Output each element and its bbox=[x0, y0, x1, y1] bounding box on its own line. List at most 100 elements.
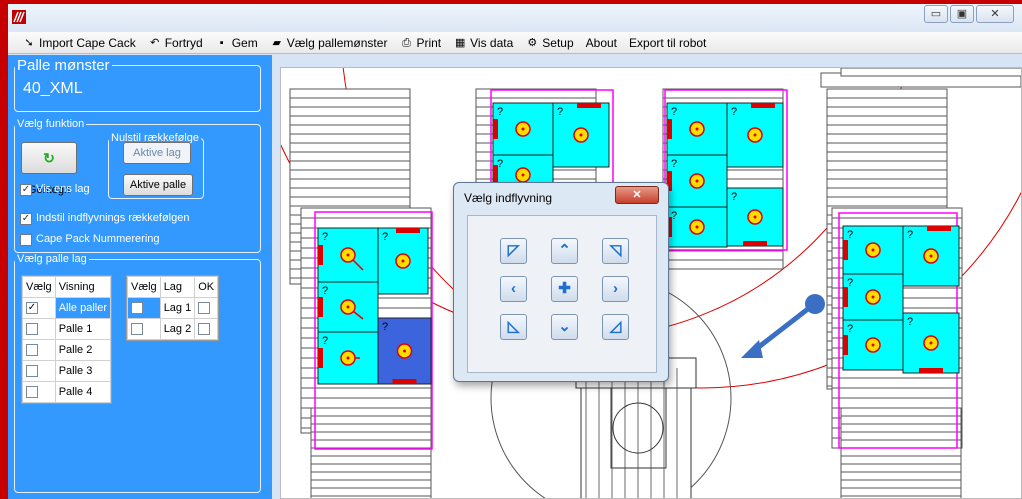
pallet-label: Palle 3 bbox=[54, 360, 112, 382]
import-icon: ➘ bbox=[24, 36, 34, 49]
box[interactable]: ? bbox=[552, 102, 610, 168]
minimize-button[interactable]: ▭ bbox=[924, 5, 948, 23]
menu-item-5[interactable]: ▦ Vis data bbox=[453, 36, 513, 50]
layer-label: Lag 2 bbox=[159, 318, 196, 340]
pattern-legend: Palle mønster bbox=[17, 57, 110, 74]
aktive-palle-button[interactable]: Aktive palle bbox=[123, 174, 193, 196]
menu-item-6[interactable]: ⚙ Setup bbox=[525, 36, 573, 50]
approach-bottom-left-icon[interactable]: ◺ bbox=[500, 314, 527, 340]
app-logo-icon bbox=[12, 10, 26, 24]
box[interactable]: ? bbox=[666, 206, 728, 248]
pallet-checkbox[interactable] bbox=[26, 344, 38, 357]
menu-item-4[interactable]: ⎙ Print bbox=[399, 36, 441, 50]
menu-item-1[interactable]: ↶ Fortryd bbox=[148, 36, 203, 50]
left-panel: Palle mønster 40_XML Vælg funktion ↻ Gen… bbox=[8, 55, 272, 499]
pallet-checkbox[interactable]: ✓ bbox=[26, 302, 38, 315]
box[interactable]: ? bbox=[492, 102, 554, 156]
grid-icon: ▦ bbox=[454, 36, 466, 49]
approach-bottom-right-icon[interactable]: ◿ bbox=[602, 314, 629, 340]
layer-checkbox[interactable] bbox=[131, 323, 143, 336]
menu-item-2[interactable]: ▪ Gem bbox=[215, 36, 258, 50]
box-mark: ? bbox=[731, 191, 737, 203]
approach-button-panel: ◸ ⌃ ◹ ‹ ✚ › ◺ ⌄ ◿ bbox=[467, 215, 657, 373]
box-mark: ? bbox=[671, 210, 677, 222]
menu-item-0[interactable]: ➘ Import Cape Cack bbox=[22, 35, 136, 50]
layer-ok-checkbox[interactable] bbox=[198, 323, 211, 336]
box-mark: ? bbox=[731, 106, 737, 118]
function-legend: Vælg funktion bbox=[17, 118, 85, 130]
menu-item-3[interactable]: ▰ Vælg pallemønster bbox=[270, 36, 388, 50]
setup-icon: ⚙ bbox=[527, 36, 538, 49]
approach-dialog: Vælg indflyvning ✕ ◸ ⌃ ◹ ‹ ✚ › ◺ ⌄ ◿ bbox=[453, 182, 669, 382]
box[interactable]: ? bbox=[902, 312, 960, 374]
pallet-check-cell bbox=[22, 360, 56, 382]
menu-item-label: Export til robot bbox=[629, 35, 707, 50]
indstil-checkbox[interactable]: ✓ bbox=[20, 213, 32, 225]
menu-bar: ➘ Import Cape Cack ↶ Fortryd ▪ Gem ▰ Vælg palle… bbox=[8, 32, 1022, 54]
approach-down-icon[interactable]: ⌄ bbox=[551, 314, 578, 340]
main-window: ▭ ▣ ✕ ➘ Import Cape Cack ↶ Fortryd ▪ Gem ▰ Vælg… bbox=[8, 4, 1022, 499]
approach-top-left-icon[interactable]: ◸ bbox=[500, 238, 527, 264]
layer-checkbox[interactable] bbox=[131, 302, 143, 315]
approach-top-right-icon[interactable]: ◹ bbox=[602, 238, 629, 264]
layer-ok-cell bbox=[194, 318, 219, 340]
menu-item-label: Import Cape Cack bbox=[39, 35, 136, 50]
box-mark: ? bbox=[671, 106, 677, 118]
printer-icon: ⎙ bbox=[402, 36, 411, 49]
pallet-row[interactable]: Palle 3 bbox=[22, 360, 112, 382]
layer-label: Lag 1 bbox=[159, 297, 196, 319]
box[interactable]: ? bbox=[666, 102, 728, 156]
pallet-checkbox[interactable] bbox=[26, 323, 38, 336]
regenerate-button[interactable]: ↻ Gentegn bbox=[21, 142, 77, 196]
vis-ens-lag-label: Vis ens lag bbox=[36, 183, 90, 195]
dialog-close-button[interactable]: ✕ bbox=[615, 186, 659, 204]
pallet-checkbox[interactable] bbox=[26, 386, 38, 399]
layer-row[interactable]: Lag 2 bbox=[127, 318, 219, 340]
box[interactable]: ? bbox=[317, 227, 379, 283]
pallet-row[interactable]: Palle 1 bbox=[22, 318, 112, 340]
layer-header-cell: OK bbox=[194, 276, 219, 298]
box[interactable]: ? bbox=[902, 225, 960, 287]
layer-ok-checkbox[interactable] bbox=[198, 302, 211, 315]
robot-direction-knob bbox=[805, 294, 825, 314]
pallet-row[interactable]: ✓ Alle paller bbox=[22, 297, 112, 319]
approach-up-icon[interactable]: ⌃ bbox=[551, 238, 578, 264]
layer-row[interactable]: Lag 1 bbox=[127, 297, 219, 319]
pallet-row[interactable]: Palle 2 bbox=[22, 339, 112, 361]
layer-grid: Vælg Lag OK Lag 1 Lag 2 bbox=[126, 275, 220, 341]
refresh-icon: ↻ bbox=[43, 150, 55, 166]
approach-left-icon[interactable]: ‹ bbox=[500, 276, 527, 302]
box[interactable]: ? bbox=[842, 319, 904, 371]
box-mark: ? bbox=[847, 229, 853, 241]
maximize-button[interactable]: ▣ bbox=[950, 5, 974, 23]
pallet-check-cell bbox=[22, 339, 56, 361]
function-group: Vælg funktion ↻ Gentegn Nulstil rækkeføl… bbox=[14, 118, 261, 253]
close-button[interactable]: ✕ bbox=[976, 5, 1014, 23]
box[interactable]: ? bbox=[377, 227, 429, 295]
box[interactable]: ? bbox=[842, 273, 904, 321]
box[interactable]: ? bbox=[842, 225, 904, 275]
box[interactable]: ? bbox=[317, 281, 379, 333]
cape-pack-checkbox[interactable] bbox=[20, 234, 32, 246]
box[interactable]: ? bbox=[377, 317, 432, 385]
menu-item-7[interactable]: About bbox=[586, 36, 617, 50]
layer-legend: Vælg palle lag bbox=[17, 253, 87, 265]
box-mark: ? bbox=[557, 106, 563, 118]
layer-header-cell: Lag bbox=[159, 276, 196, 298]
open-folder-icon: ▰ bbox=[272, 36, 281, 49]
approach-center-icon[interactable]: ✚ bbox=[551, 276, 578, 302]
pallet-label: Alle paller bbox=[54, 297, 112, 319]
box[interactable]: ? bbox=[726, 102, 784, 168]
pattern-group: Palle mønster 40_XML bbox=[14, 57, 261, 112]
box[interactable]: ? bbox=[666, 154, 728, 208]
approach-right-icon[interactable]: › bbox=[602, 276, 629, 302]
pallet-header-cell: Visning bbox=[54, 276, 112, 298]
layer-ok-cell bbox=[194, 297, 219, 319]
menu-item-8[interactable]: Export til robot bbox=[629, 36, 706, 50]
aktive-lag-button[interactable]: Aktive lag bbox=[123, 142, 191, 164]
pallet-row[interactable]: Palle 4 bbox=[22, 381, 112, 403]
box[interactable]: ? bbox=[317, 331, 379, 385]
vis-ens-lag-checkbox[interactable]: ✓ bbox=[20, 184, 32, 196]
box[interactable]: ? bbox=[726, 187, 784, 247]
pallet-checkbox[interactable] bbox=[26, 365, 38, 378]
